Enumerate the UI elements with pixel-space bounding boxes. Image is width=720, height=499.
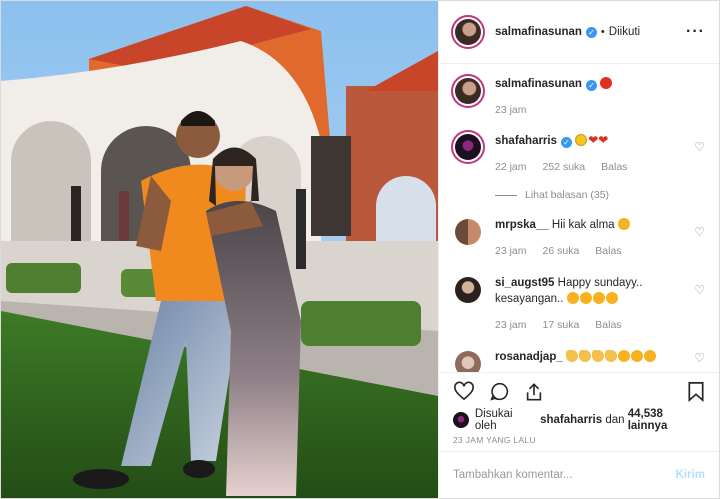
likes-prefix: Disukai oleh bbox=[474, 408, 513, 432]
caption-meta: 23 jam bbox=[495, 102, 705, 118]
post-comment-button[interactable]: Kirim bbox=[676, 469, 705, 481]
heart-eyes-emoji bbox=[617, 350, 630, 362]
separator-dot: • bbox=[600, 26, 605, 38]
comment-avatar-ring[interactable] bbox=[451, 347, 485, 372]
likes-conjunction: dan bbox=[605, 414, 625, 426]
heart-eyes-emoji bbox=[617, 218, 630, 230]
sad-face-emoji bbox=[575, 134, 588, 146]
post-side-panel: salmafinasunan ✓ • Diikuti ··· salmafina… bbox=[438, 1, 719, 498]
story-ring[interactable] bbox=[451, 15, 485, 49]
reply-button[interactable]: Balas bbox=[595, 317, 621, 333]
heart-eyes-emoji bbox=[592, 292, 605, 304]
comment-icon[interactable] bbox=[489, 381, 510, 402]
ellipsis-icon[interactable]: ··· bbox=[686, 23, 705, 41]
clap-emoji bbox=[591, 350, 604, 362]
caption-time: 23 jam bbox=[495, 104, 527, 116]
comment-body: mrpska__ Hii kak alma 23 jam 26 suka Bal… bbox=[495, 215, 705, 259]
comment-like-icon[interactable]: ♡ bbox=[694, 140, 705, 154]
heart-eyes-emoji bbox=[605, 292, 618, 304]
reply-button[interactable]: Balas bbox=[601, 159, 627, 175]
verified-icon: ✓ bbox=[561, 137, 573, 148]
comment-item: shafaharris ✓ ❤❤ 22 jam 252 suka Balas Li… bbox=[451, 130, 705, 203]
header-username[interactable]: salmafinasunan bbox=[495, 26, 582, 38]
verified-icon: ✓ bbox=[585, 26, 597, 38]
red-heart-emoji: ❤ bbox=[598, 133, 609, 147]
reply-button[interactable]: Balas bbox=[595, 243, 621, 259]
comment-body: si_augst95 Happy sundayy.. kesayangan.. … bbox=[495, 273, 705, 333]
verified-icon: ✓ bbox=[585, 80, 597, 91]
comment-username[interactable]: shafaharris bbox=[495, 135, 557, 147]
view-replies-label: Lihat balasan (35) bbox=[525, 189, 610, 201]
follow-status[interactable]: Diikuti bbox=[609, 26, 640, 38]
red-heart-emoji: ❤ bbox=[588, 133, 599, 147]
comment-likes[interactable]: 26 suka bbox=[543, 243, 580, 259]
comment-username[interactable]: mrpska__ bbox=[495, 219, 549, 231]
heart-eyes-emoji bbox=[579, 292, 592, 304]
comment-input[interactable] bbox=[453, 469, 676, 481]
comment-avatar-ring[interactable] bbox=[451, 130, 485, 164]
instagram-post: salmafinasunan ✓ • Diikuti ··· salmafina… bbox=[0, 0, 720, 499]
add-comment-bar: Kirim bbox=[439, 451, 719, 498]
avatar[interactable] bbox=[455, 277, 481, 303]
avatar[interactable] bbox=[455, 134, 481, 160]
likes-user[interactable]: shafaharris bbox=[540, 414, 602, 426]
avatar[interactable] bbox=[455, 78, 481, 104]
heart-eyes-emoji bbox=[566, 292, 579, 304]
comment-avatar-ring[interactable] bbox=[451, 273, 485, 307]
comment-like-icon[interactable]: ♡ bbox=[694, 283, 705, 297]
comment-time: 23 jam bbox=[495, 245, 527, 257]
likes-summary: Disukai oleh shafaharris dan 44,538 lain… bbox=[439, 408, 719, 432]
comments-list[interactable]: salmafinasunan ✓ 23 jam shafaharris ✓ ❤❤ 2… bbox=[439, 64, 719, 372]
clap-emoji bbox=[604, 350, 617, 362]
avatar[interactable] bbox=[455, 219, 481, 245]
comment-meta: 23 jam 17 suka Balas bbox=[495, 317, 705, 333]
comment-text: Hii kak alma bbox=[551, 219, 615, 231]
comment-username[interactable]: si_augst95 bbox=[495, 277, 554, 289]
caption-username[interactable]: salmafinasunan bbox=[495, 78, 582, 90]
devil-emoji bbox=[600, 77, 613, 89]
heart-outline-icon[interactable] bbox=[453, 381, 475, 401]
comment-likes[interactable]: 17 suka bbox=[543, 317, 580, 333]
replies-line bbox=[495, 194, 517, 196]
comment-body: rosanadjap_ bbox=[495, 347, 705, 372]
comment-item: mrpska__ Hii kak alma 23 jam 26 suka Bal… bbox=[451, 215, 705, 259]
comment-item: rosanadjap_ ♡ bbox=[451, 347, 705, 372]
comment-avatar-ring[interactable] bbox=[451, 215, 485, 249]
likes-count[interactable]: 44,538 lainnya bbox=[628, 408, 705, 432]
clap-emoji bbox=[565, 350, 578, 362]
view-replies-button[interactable]: Lihat balasan (35) bbox=[495, 187, 705, 203]
heart-eyes-emoji bbox=[643, 350, 656, 362]
caption-avatar-ring[interactable] bbox=[451, 74, 485, 108]
heart-eyes-emoji bbox=[630, 350, 643, 362]
post-timestamp[interactable]: 23 JAM YANG LALU bbox=[439, 431, 719, 451]
comment-time: 22 jam bbox=[495, 161, 527, 173]
avatar[interactable] bbox=[455, 19, 481, 45]
comment-username[interactable]: rosanadjap_ bbox=[495, 351, 563, 363]
comment-likes[interactable]: 252 suka bbox=[543, 159, 586, 175]
comment-body: shafaharris ✓ ❤❤ 22 jam 252 suka Balas Li… bbox=[495, 130, 705, 203]
comment-item: si_augst95 Happy sundayy.. kesayangan.. … bbox=[451, 273, 705, 333]
clap-emoji bbox=[578, 350, 591, 362]
liker-avatar[interactable] bbox=[453, 412, 469, 428]
comment-meta: 22 jam 252 suka Balas bbox=[495, 159, 705, 175]
photo-illustration bbox=[1, 1, 438, 498]
comment-meta: 23 jam 26 suka Balas bbox=[495, 243, 705, 259]
post-photo[interactable] bbox=[1, 1, 438, 498]
avatar[interactable] bbox=[455, 351, 481, 372]
comment-time: 23 jam bbox=[495, 319, 527, 331]
comment-like-icon[interactable]: ♡ bbox=[694, 351, 705, 365]
caption: salmafinasunan ✓ 23 jam bbox=[451, 74, 705, 118]
share-icon[interactable] bbox=[524, 381, 544, 402]
comment-like-icon[interactable]: ♡ bbox=[694, 225, 705, 239]
action-bar bbox=[439, 372, 719, 409]
post-header: salmafinasunan ✓ • Diikuti ··· bbox=[439, 1, 719, 64]
caption-body: salmafinasunan ✓ 23 jam bbox=[495, 74, 705, 118]
bookmark-icon[interactable] bbox=[687, 381, 705, 402]
